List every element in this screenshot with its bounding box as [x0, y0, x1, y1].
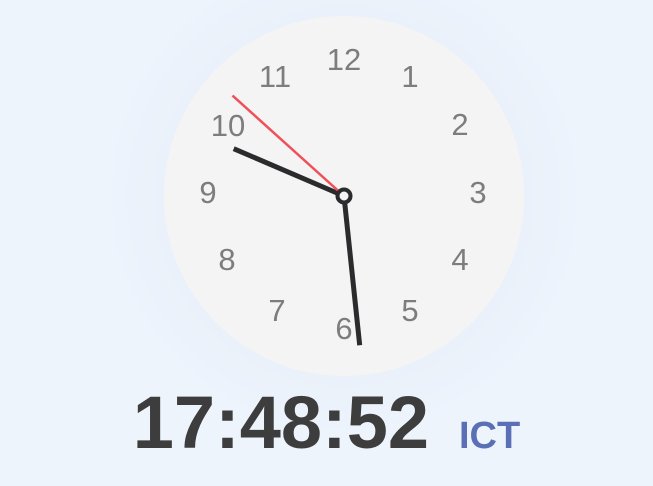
digital-readout: 17:48:52 ICT: [0, 380, 653, 472]
numeral-8: 8: [218, 242, 235, 277]
numeral-4: 4: [451, 242, 468, 277]
numeral-9: 9: [199, 175, 216, 210]
numeral-2: 2: [451, 107, 468, 142]
numeral-7: 7: [268, 293, 285, 328]
numeral-10: 10: [211, 108, 245, 143]
digital-time: 17:48:52: [132, 381, 429, 464]
timezone-label: ICT: [459, 415, 521, 457]
numeral-3: 3: [469, 175, 486, 210]
numeral-6: 6: [335, 311, 352, 346]
numeral-12: 12: [327, 42, 361, 77]
numeral-1: 1: [401, 59, 418, 94]
clock-widget: 12 1 2 3 4 5 6 7 8 9 10 11 17:48:52 ICT: [0, 0, 653, 486]
numeral-5: 5: [401, 293, 418, 328]
center-cap: [335, 187, 353, 205]
numeral-11: 11: [259, 59, 291, 94]
